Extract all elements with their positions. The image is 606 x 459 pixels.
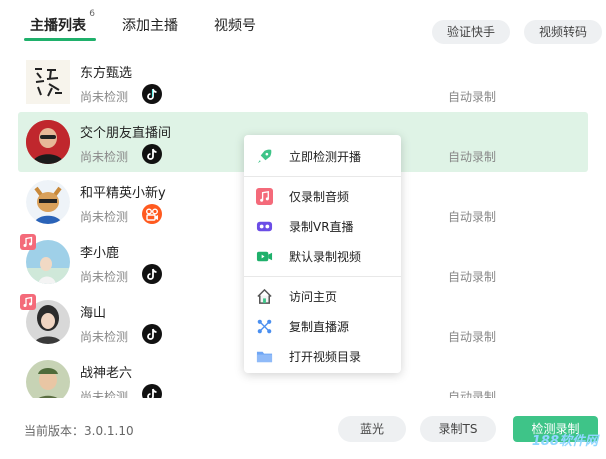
music-icon bbox=[256, 188, 273, 205]
tiktok-icon bbox=[142, 324, 162, 344]
detect-status: 尚未检测 bbox=[80, 210, 129, 224]
streamer-name: 海山 bbox=[80, 306, 107, 321]
streamer-row[interactable]: 东方甄选 尚未检测 自动录制 bbox=[18, 52, 588, 112]
menu-item-detect-now[interactable]: 立即检测开播 bbox=[244, 141, 401, 171]
tiktok-icon bbox=[142, 384, 162, 398]
streamer-count-badge: 6 bbox=[89, 9, 95, 19]
streamer-name: 交个朋友直播间 bbox=[80, 126, 172, 141]
menu-item-label: 录制VR直播 bbox=[289, 220, 354, 234]
tiktok-icon bbox=[142, 144, 162, 164]
menu-divider bbox=[244, 276, 401, 277]
tab-add-streamer[interactable]: 添加主播 bbox=[122, 15, 178, 35]
menu-divider bbox=[244, 176, 401, 177]
detect-status: 尚未检测 bbox=[80, 390, 129, 398]
tab-bar: 主播列表 6 添加主播 视频号 验证快手 视频转码 bbox=[0, 0, 606, 48]
streamer-name: 战神老六 bbox=[80, 366, 133, 381]
video-icon bbox=[256, 251, 273, 262]
kuaishou-icon bbox=[142, 204, 162, 224]
streamer-name: 李小鹿 bbox=[80, 246, 120, 261]
tab-video-account-label: 视频号 bbox=[214, 18, 256, 34]
active-tab-indicator bbox=[24, 38, 96, 41]
bluray-button[interactable]: 蓝光 bbox=[338, 416, 406, 442]
folder-icon bbox=[256, 351, 273, 363]
vr-icon bbox=[256, 221, 273, 232]
home-icon bbox=[257, 288, 272, 304]
watermark-logo: 188软件网 bbox=[531, 434, 598, 449]
streamer-name: 东方甄选 bbox=[80, 66, 133, 81]
menu-item-visit-homepage[interactable]: 访问主页 bbox=[244, 281, 401, 311]
menu-item-record-vr[interactable]: 录制VR直播 bbox=[244, 211, 401, 241]
detect-status: 尚未检测 bbox=[80, 150, 129, 164]
menu-item-label: 打开视频目录 bbox=[289, 350, 362, 364]
tab-add-streamer-label: 添加主播 bbox=[122, 18, 178, 34]
video-transcode-button[interactable]: 视频转码 bbox=[524, 20, 602, 44]
tiktok-icon bbox=[142, 264, 162, 284]
menu-item-label: 立即检测开播 bbox=[289, 150, 362, 164]
tab-streamer-list-label: 主播列表 bbox=[30, 18, 86, 34]
link-icon bbox=[257, 319, 272, 334]
record-mode: 自动录制 bbox=[448, 90, 497, 104]
avatar bbox=[26, 360, 70, 398]
record-mode: 自动录制 bbox=[448, 150, 497, 164]
context-menu: 立即检测开播 仅录制音频 录制VR直播 默认录制视频 访问主页 复制直播源 打开… bbox=[244, 135, 401, 373]
rocket-icon bbox=[257, 149, 272, 164]
detect-status: 尚未检测 bbox=[80, 330, 129, 344]
record-mode: 自动录制 bbox=[448, 390, 497, 398]
music-icon bbox=[23, 296, 33, 307]
version-label: 当前版本：3.0.1.10 bbox=[24, 424, 134, 438]
record-mode: 自动录制 bbox=[448, 210, 497, 224]
menu-item-audio-only[interactable]: 仅录制音频 bbox=[244, 181, 401, 211]
tab-streamer-list[interactable]: 主播列表 6 bbox=[30, 9, 95, 35]
tab-video-account[interactable]: 视频号 bbox=[214, 15, 256, 35]
streamer-name: 和平精英小新y bbox=[80, 186, 166, 201]
record-mode: 自动录制 bbox=[448, 270, 497, 284]
menu-item-label: 仅录制音频 bbox=[289, 190, 350, 204]
menu-item-label: 默认录制视频 bbox=[289, 250, 362, 264]
record-mode: 自动录制 bbox=[448, 330, 497, 344]
audio-only-badge bbox=[20, 234, 36, 250]
tiktok-icon bbox=[142, 84, 162, 104]
music-icon bbox=[23, 236, 33, 247]
menu-item-default-video[interactable]: 默认录制视频 bbox=[244, 241, 401, 271]
menu-item-label: 访问主页 bbox=[289, 290, 338, 304]
detect-status: 尚未检测 bbox=[80, 90, 129, 104]
footer-bar: 当前版本：3.0.1.10 蓝光 录制TS 检测录制 188软件网 bbox=[0, 400, 606, 459]
avatar bbox=[26, 120, 70, 164]
audio-only-badge bbox=[20, 294, 36, 310]
dongfang-logo-icon bbox=[26, 60, 70, 104]
menu-item-copy-source[interactable]: 复制直播源 bbox=[244, 311, 401, 341]
verify-kuaishou-button[interactable]: 验证快手 bbox=[432, 20, 510, 44]
avatar bbox=[26, 180, 70, 224]
menu-item-open-folder[interactable]: 打开视频目录 bbox=[244, 341, 401, 371]
detect-status: 尚未检测 bbox=[80, 270, 129, 284]
record-ts-button[interactable]: 录制TS bbox=[420, 416, 496, 442]
menu-item-label: 复制直播源 bbox=[289, 320, 350, 334]
avatar bbox=[26, 60, 70, 104]
